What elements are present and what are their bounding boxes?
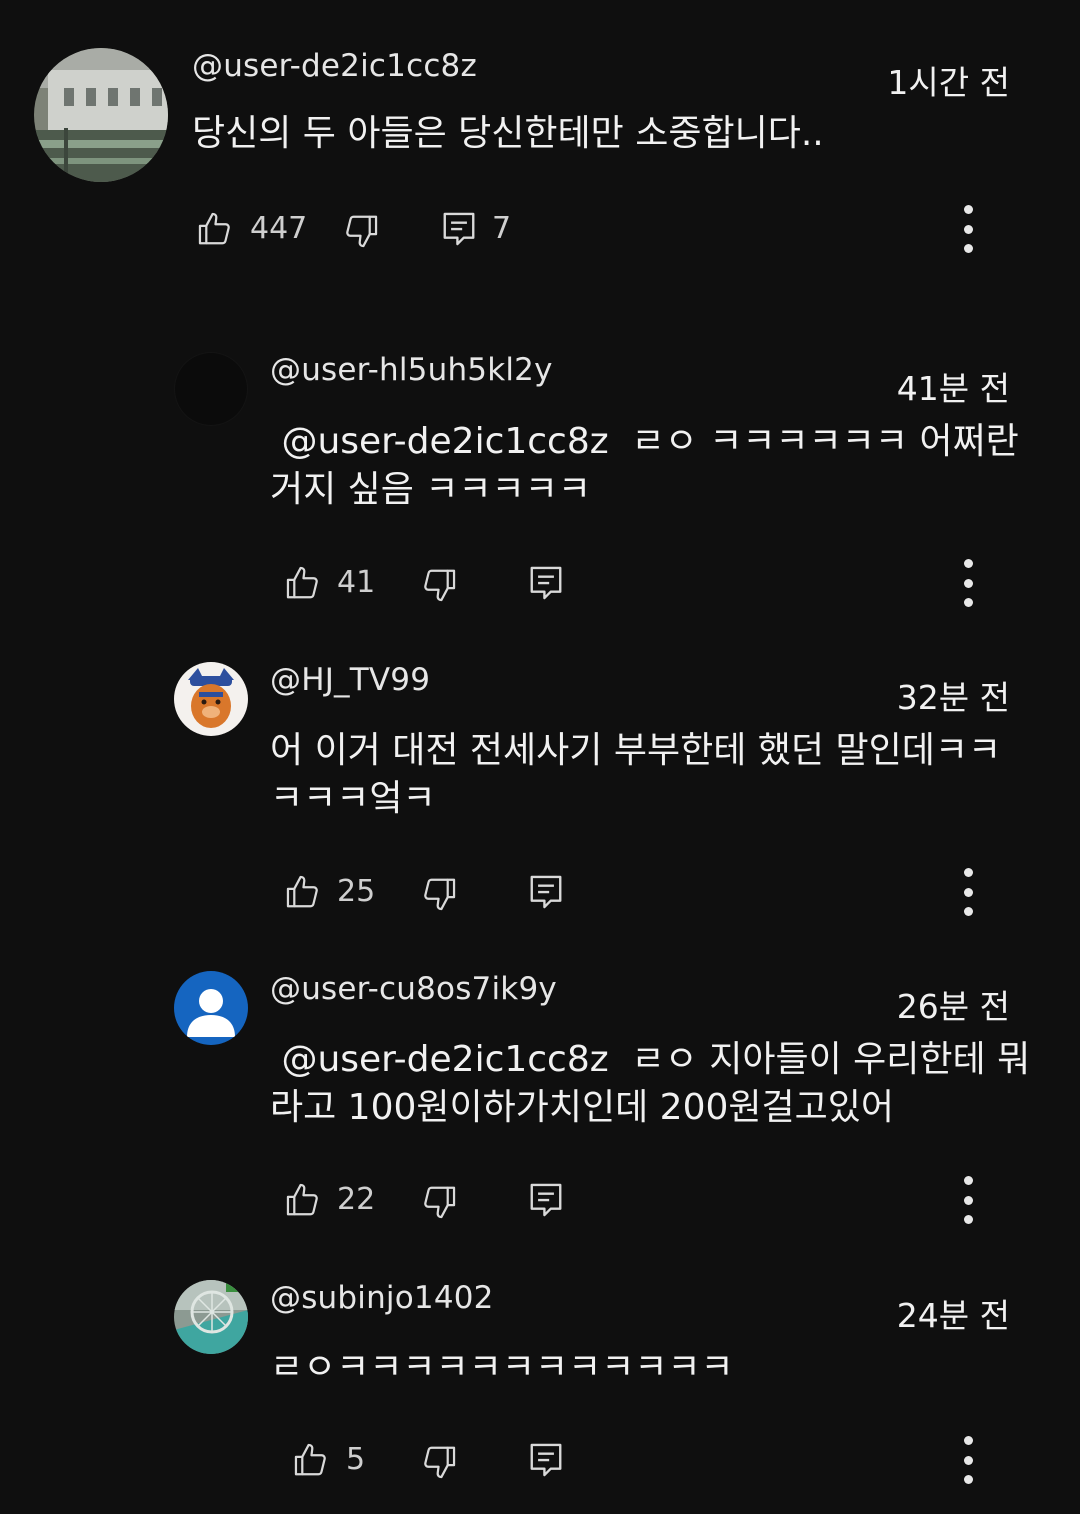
reply-comment: @subinjo1402 24분 전 ㄹㅇㅋㅋㅋㅋㅋㅋㅋㅋㅋㅋㅋㅋ 5 (0, 0, 1080, 1514)
comment-author[interactable]: @subinjo1402 (270, 1280, 494, 1316)
avatar[interactable] (174, 1280, 248, 1354)
dislike-button[interactable] (420, 1443, 458, 1481)
more-options-button[interactable] (950, 1436, 986, 1484)
reply-button[interactable] (527, 1441, 565, 1479)
like-button[interactable] (292, 1441, 330, 1479)
thumbs-down-icon (424, 1446, 456, 1479)
like-count: 5 (346, 1442, 366, 1477)
comment-text: ㄹㅇㅋㅋㅋㅋㅋㅋㅋㅋㅋㅋㅋㅋ (270, 1347, 734, 1388)
more-dot (963, 1436, 973, 1445)
more-dot (963, 1475, 973, 1484)
photo-avatar-wheel-icon (174, 1280, 248, 1354)
more-dot (963, 1455, 973, 1465)
thumbs-up-icon (294, 1443, 326, 1476)
comment-reply-icon (530, 1443, 562, 1477)
comment-timestamp: 24분 전 (896, 1296, 1010, 1335)
